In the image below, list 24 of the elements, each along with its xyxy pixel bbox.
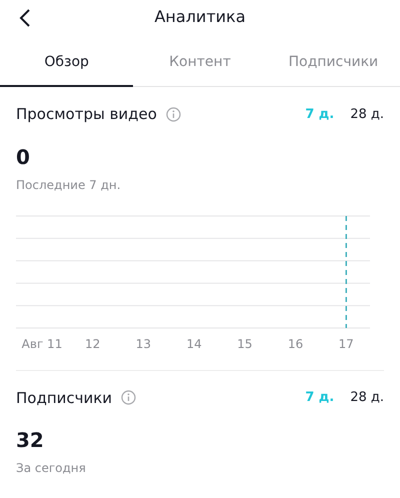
metric-value: 0 <box>16 144 31 170</box>
section-title: Подписчики <box>16 388 112 408</box>
tab[interactable]: Подписчики <box>266 46 400 87</box>
period-option[interactable]: 7 д. <box>305 388 334 408</box>
metric-value: 32 <box>16 427 45 453</box>
axis-label: 15 <box>237 336 252 350</box>
section-title: Просмотры видео <box>16 104 157 125</box>
tab[interactable]: Обзор <box>0 46 134 87</box>
metric-caption: За сегодня <box>16 460 87 477</box>
chevron-left-icon <box>19 8 31 27</box>
page-title: Аналитика <box>154 7 246 26</box>
axis-label: 16 <box>288 336 304 350</box>
period-option[interactable]: 28 д. <box>350 104 384 124</box>
period-option[interactable]: 7 д. <box>305 104 334 124</box>
metric-caption: Последние 7 дн. <box>16 176 122 194</box>
axis-label: 12 <box>85 336 100 350</box>
info-icon[interactable] <box>166 106 181 122</box>
info-icon[interactable] <box>121 390 136 406</box>
axis-label: 13 <box>136 336 152 350</box>
period-option[interactable]: 28 д. <box>350 388 384 408</box>
tab[interactable]: Контент <box>133 46 267 87</box>
axis-label: 17 <box>338 336 354 350</box>
axis-label: Авг 11 <box>22 336 62 350</box>
axis-label: 14 <box>186 336 202 350</box>
